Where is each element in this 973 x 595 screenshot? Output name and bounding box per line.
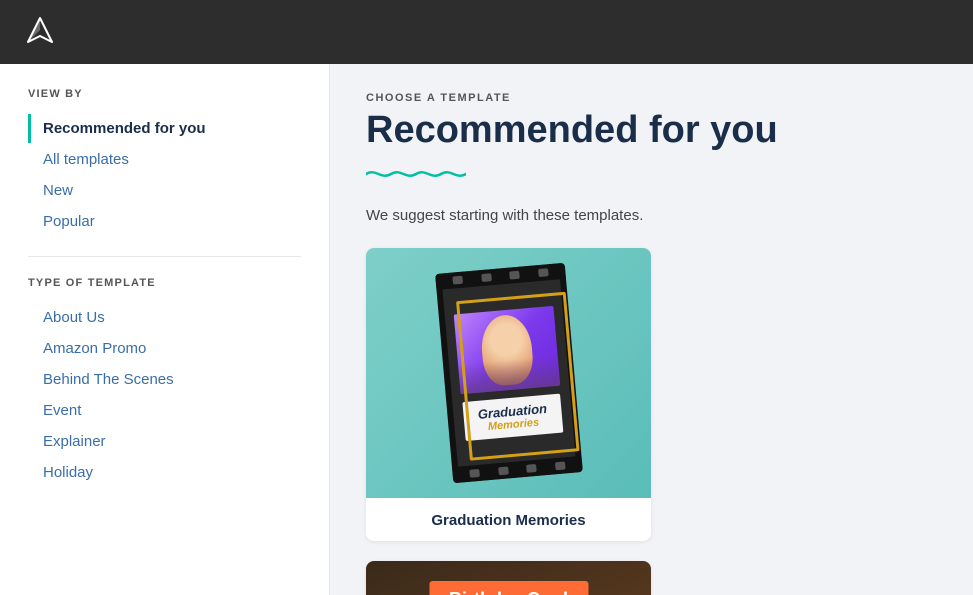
view-by-label: VIEW BY xyxy=(28,88,301,100)
sidebar-item-event[interactable]: Event xyxy=(28,396,301,425)
view-by-nav: Recommended for you All templates New Po… xyxy=(28,114,301,236)
type-nav: About Us Amazon Promo Behind The Scenes … xyxy=(28,303,301,487)
cards-grid: Graduation Memories xyxy=(366,248,937,595)
card-graduation-memories[interactable]: Graduation Memories xyxy=(366,248,651,541)
sidebar-item-behind-scenes[interactable]: Behind The Scenes xyxy=(28,365,301,394)
content-panel: CHOOSE A TEMPLATE Recommended for you We… xyxy=(330,64,973,595)
birthday-scene: Birthday Card xyxy=(366,561,651,595)
type-of-template-label: TYPE OF TEMPLATE xyxy=(28,277,301,289)
logo[interactable] xyxy=(20,12,60,52)
card-birthday-image: Birthday Card xyxy=(366,561,651,595)
subtitle: We suggest starting with these templates… xyxy=(366,207,937,224)
sidebar-item-explainer[interactable]: Explainer xyxy=(28,427,301,456)
sidebar-item-popular[interactable]: Popular xyxy=(28,207,301,236)
sidebar-divider xyxy=(28,256,301,257)
wave-decoration xyxy=(366,164,937,189)
choose-template-label: CHOOSE A TEMPLATE xyxy=(366,92,937,104)
sidebar: VIEW BY Recommended for you All template… xyxy=(0,64,330,595)
main-area: VIEW BY Recommended for you All template… xyxy=(0,64,973,595)
sidebar-item-all-templates[interactable]: All templates xyxy=(28,145,301,174)
sidebar-item-amazon-promo[interactable]: Amazon Promo xyxy=(28,334,301,363)
card-graduation-title: Graduation Memories xyxy=(366,498,651,541)
film-strip: Graduation Memories xyxy=(435,263,583,484)
page-title: Recommended for you xyxy=(366,110,937,152)
sidebar-item-new[interactable]: New xyxy=(28,176,301,205)
card-birthday[interactable]: Birthday Card xyxy=(366,561,651,595)
sidebar-item-recommended[interactable]: Recommended for you xyxy=(28,114,301,143)
sidebar-item-about-us[interactable]: About Us xyxy=(28,303,301,332)
card-graduation-image: Graduation Memories xyxy=(366,248,651,498)
birthday-badge: Birthday Card xyxy=(429,581,588,595)
sidebar-item-holiday[interactable]: Holiday xyxy=(28,458,301,487)
top-bar xyxy=(0,0,973,64)
